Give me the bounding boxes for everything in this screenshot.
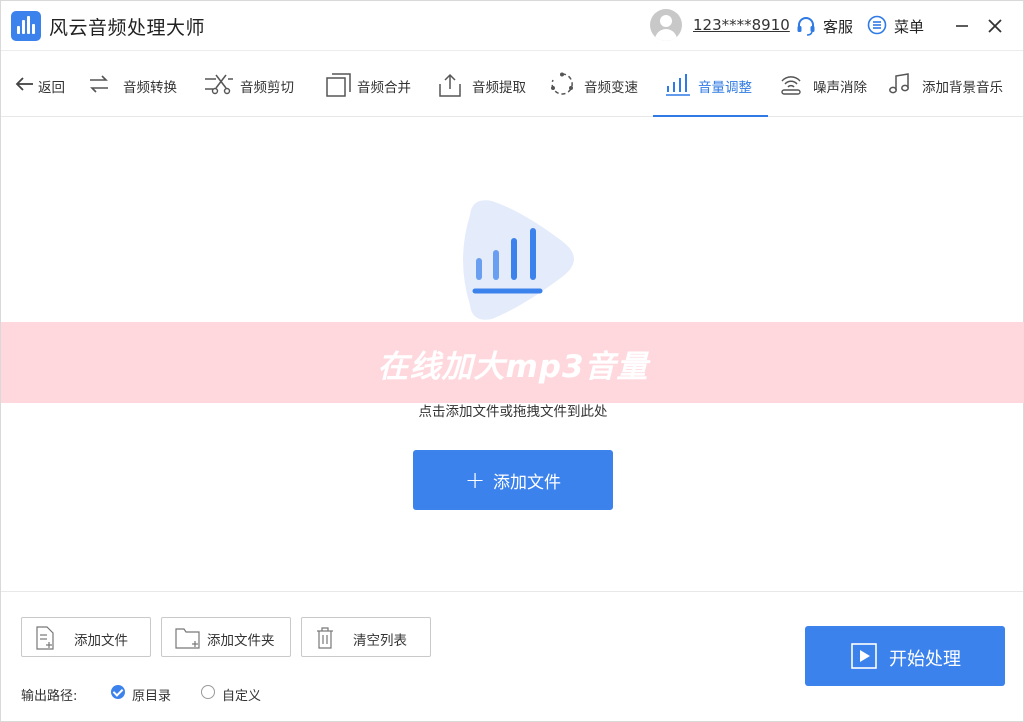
plus-icon: + — [464, 466, 486, 494]
back-button[interactable]: 返回 — [13, 51, 73, 117]
music-note-icon — [889, 73, 909, 94]
menu-button[interactable]: 菜单 — [894, 16, 924, 37]
tab-audio-extract[interactable]: 音频提取 — [438, 51, 533, 117]
headset-icon[interactable] — [795, 15, 817, 37]
speed-icon — [551, 72, 573, 95]
clear-list-label: 清空列表 — [353, 633, 407, 649]
add-file-main-button[interactable]: + 添加文件 — [413, 450, 613, 510]
start-processing-label: 开始处理 — [889, 649, 961, 670]
back-label: 返回 — [38, 80, 65, 96]
play-icon — [851, 643, 877, 669]
add-file-icon — [36, 626, 54, 650]
noise-icon — [781, 76, 801, 95]
close-icon[interactable] — [984, 15, 1006, 37]
drop-hint: 点击添加文件或拖拽文件到此处 — [418, 404, 608, 420]
clear-list-button[interactable]: 清空列表 — [301, 617, 431, 657]
tab-add-background-music[interactable]: 添加背景音乐 — [887, 51, 1012, 117]
menu-icon[interactable] — [867, 15, 887, 35]
radio-original-dir-label[interactable]: 原目录 — [132, 685, 171, 704]
bottom-divider — [1, 591, 1023, 592]
output-path-label: 输出路径: — [21, 689, 78, 704]
tab-volume-adjust[interactable]: 音量调整 — [653, 51, 768, 117]
radio-custom-dir[interactable] — [201, 685, 215, 699]
volume-bars-icon — [666, 74, 690, 96]
tab-label: 音频变速 — [584, 80, 638, 96]
add-folder-label: 添加文件夹 — [207, 633, 275, 649]
tab-audio-merge[interactable]: 音频合并 — [326, 51, 421, 117]
arrow-left-icon — [15, 77, 33, 91]
app-logo-icon — [11, 11, 41, 41]
customer-service-button[interactable]: 客服 — [823, 16, 853, 37]
overlay-banner-text: 在线加大mp3音量 — [377, 349, 649, 385]
user-account-link[interactable]: 123****8910 — [693, 16, 790, 34]
tab-label: 音频剪切 — [240, 80, 294, 96]
user-avatar[interactable] — [650, 9, 682, 41]
app-window: 风云音频处理大师 123****8910 客服 菜单 返回 音频转换 音频剪切 … — [0, 0, 1024, 722]
add-folder-icon — [175, 628, 200, 649]
tab-label: 噪声消除 — [813, 80, 867, 96]
extract-icon — [439, 73, 461, 97]
tab-label: 音频提取 — [472, 80, 526, 96]
add-file-label: 添加文件 — [74, 633, 128, 649]
radio-custom-dir-label[interactable]: 自定义 — [222, 685, 261, 704]
tab-audio-speed[interactable]: 音频变速 — [550, 51, 645, 117]
convert-icon — [90, 75, 108, 93]
radio-original-dir[interactable] — [111, 685, 125, 699]
minimize-icon[interactable] — [951, 15, 973, 37]
merge-icon — [326, 73, 351, 97]
tab-noise-removal[interactable]: 噪声消除 — [779, 51, 874, 117]
tab-audio-convert[interactable]: 音频转换 — [87, 51, 187, 117]
app-title: 风云音频处理大师 — [49, 17, 206, 39]
tab-label: 音频合并 — [357, 80, 411, 96]
add-file-main-label: 添加文件 — [493, 472, 562, 493]
start-processing-button[interactable]: 开始处理 — [805, 626, 1005, 686]
tab-label: 添加背景音乐 — [922, 80, 1003, 96]
trash-icon — [317, 627, 333, 649]
tab-audio-cut[interactable]: 音频剪切 — [204, 51, 304, 117]
add-file-button[interactable]: 添加文件 — [21, 617, 151, 657]
function-toolbar: 返回 音频转换 音频剪切 音频合并 音频提取 音频变速 音量调整 噪声消除 添加… — [1, 51, 1023, 117]
scissors-icon — [205, 74, 233, 95]
add-folder-button[interactable]: 添加文件夹 — [161, 617, 291, 657]
tab-label: 音量调整 — [698, 80, 752, 96]
active-tab-indicator — [653, 115, 768, 117]
title-bar: 风云音频处理大师 123****8910 客服 菜单 — [1, 1, 1023, 51]
volume-hero-icon — [463, 200, 574, 320]
tab-label: 音频转换 — [123, 80, 177, 96]
